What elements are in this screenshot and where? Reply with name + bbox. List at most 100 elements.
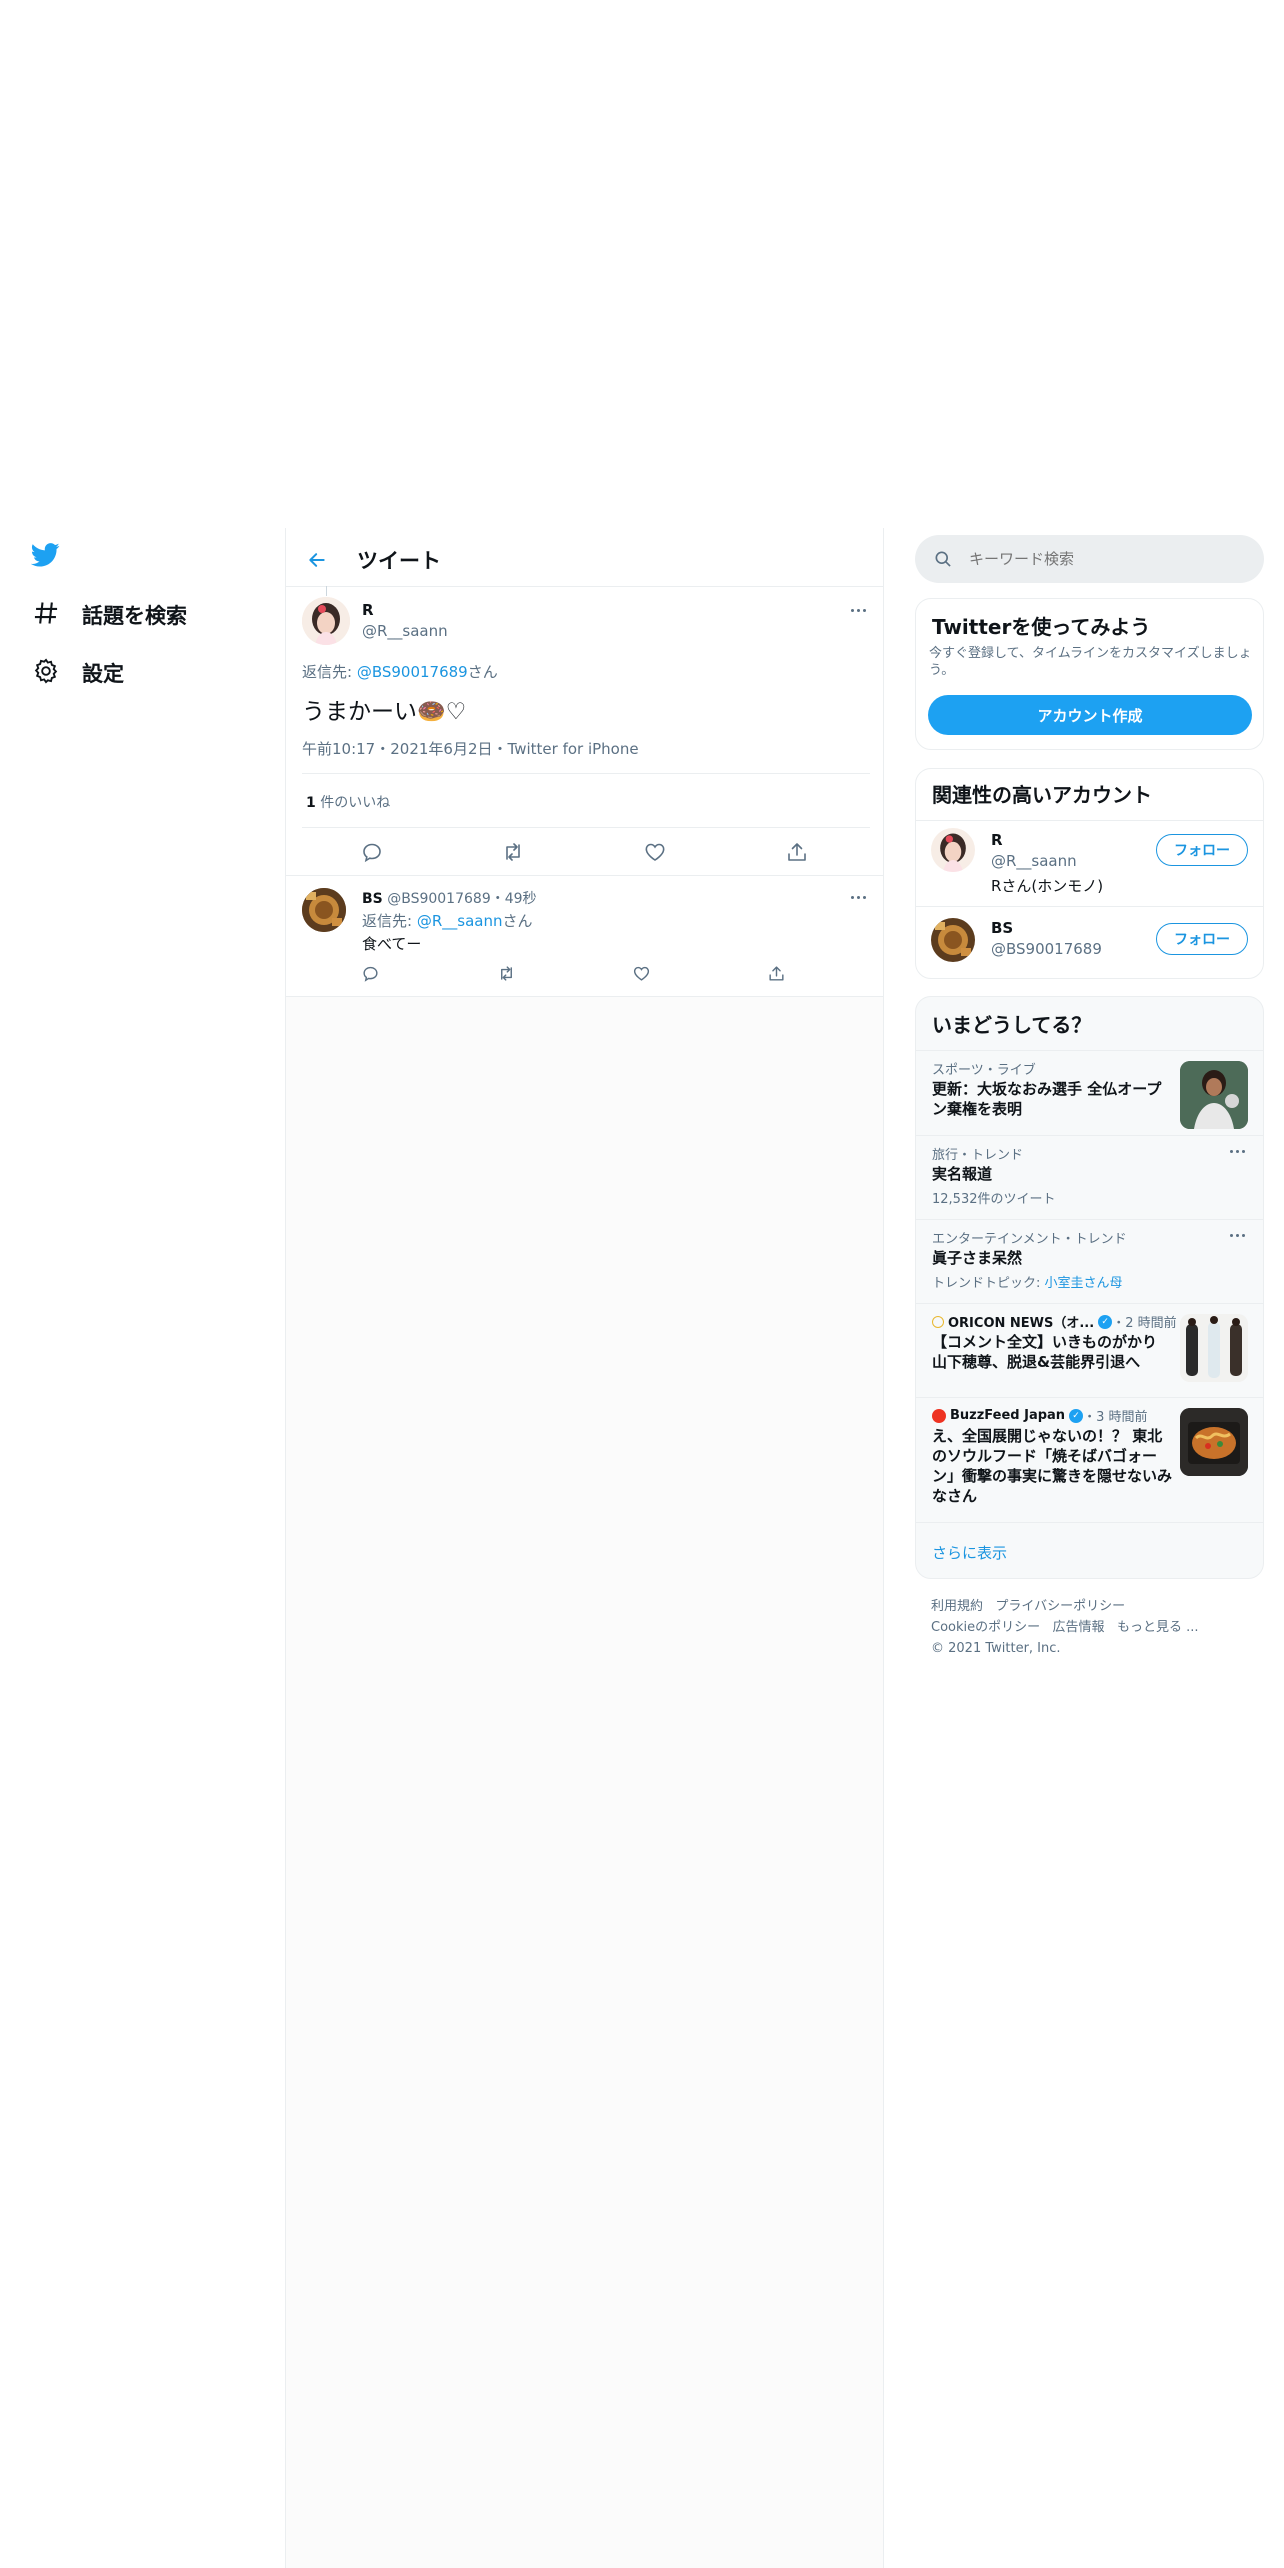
avatar[interactable]	[931, 828, 975, 872]
divider	[302, 827, 870, 828]
reply-icon[interactable]	[361, 964, 380, 987]
trend-topic-prefix: トレンドトピック:	[932, 1276, 1045, 1291]
trend-title: 実名報道	[932, 1165, 993, 1183]
search-box[interactable]	[915, 535, 1264, 583]
reply-to-suffix: さん	[502, 912, 533, 930]
divider	[916, 1522, 1263, 1523]
news-time: ・3 時間前	[1083, 1410, 1148, 1425]
like-icon[interactable]	[632, 964, 651, 987]
trend-topic-link[interactable]: 小室圭さん母	[1045, 1276, 1123, 1291]
reply-to-prefix: 返信先:	[362, 912, 417, 930]
reply-to-line: 返信先: @R__saannさん	[362, 910, 532, 931]
signup-title: Twitterを使ってみよう	[932, 615, 1151, 639]
account-bio: Rさん(ホンモノ)	[991, 877, 1104, 895]
news-source: ORICON NEWS（オ...	[948, 1316, 1095, 1331]
nav-settings[interactable]: 設定	[32, 657, 124, 689]
verified-badge-icon: ✓	[1069, 1408, 1084, 1423]
search-input[interactable]	[969, 543, 1249, 575]
avatar[interactable]	[931, 918, 975, 962]
more-options-icon[interactable]	[851, 896, 866, 899]
trend-item[interactable]: スポーツ・ライブ 更新：大坂なおみ選手 全仏オープン棄権を表明	[916, 1051, 1263, 1135]
tweet-time[interactable]: 午前10:17	[302, 740, 375, 758]
hashtag-icon	[32, 599, 60, 631]
likes-count: 1	[306, 795, 316, 811]
gear-icon	[32, 657, 60, 689]
search-icon	[933, 549, 953, 573]
news-item[interactable]: ORICON NEWS（オ... ✓ ・2 時間前 【コメント全文】いきものがか…	[916, 1304, 1263, 1397]
signup-description: 今すぐ登録して、タイムラインをカスタマイズしましょう。	[929, 646, 1252, 678]
likes-label: 件のいいね	[320, 795, 391, 811]
main-empty-area	[285, 997, 884, 2568]
footer-cookies-link[interactable]: Cookieのポリシー	[931, 1620, 1040, 1635]
reply-to-line: 返信先: @BS90017689さん	[302, 661, 498, 682]
nav-settings-label: 設定	[82, 662, 124, 686]
verified-badge-icon: ✓	[1098, 1314, 1113, 1329]
more-options-icon[interactable]	[851, 609, 866, 612]
reply-to-prefix: 返信先:	[302, 663, 357, 681]
footer-privacy-link[interactable]: プライバシーポリシー	[995, 1599, 1125, 1614]
tweet-text: うまかーい🍩♡	[302, 699, 467, 725]
footer-ads-link[interactable]: 広告情報	[1053, 1620, 1105, 1635]
reply-header: BS @BS90017689・49秒	[362, 888, 537, 908]
reply-to-link[interactable]: @R__saann	[417, 912, 503, 930]
follow-button[interactable]: フォロー	[1156, 834, 1248, 866]
news-title: 【コメント全文】いきものがかり 山下穂尊、脱退&芸能界引退へ	[932, 1333, 1158, 1371]
nav-explore[interactable]: 話題を検索	[32, 599, 187, 631]
follow-button[interactable]: フォロー	[1156, 923, 1248, 955]
separator: ・	[375, 740, 391, 758]
retweet-icon[interactable]	[497, 964, 516, 987]
divider	[286, 996, 883, 997]
news-time: ・2 時間前	[1112, 1316, 1177, 1331]
news-item[interactable]: BuzzFeed Japan ✓ ・3 時間前 え、全国展開じゃないの！？ 東北…	[916, 1398, 1263, 1522]
related-accounts-card: 関連性の高いアカウント R @R__saann Rさん(ホンモノ) フォロー B…	[915, 768, 1264, 979]
reply-icon[interactable]	[360, 840, 384, 868]
trend-thumbnail	[1180, 1061, 1248, 1129]
divider	[302, 773, 870, 774]
trend-tweet-count: 12,532件のツイート	[932, 1192, 1056, 1207]
trend-item[interactable]: エンターテインメント・トレンド 眞子さま呆然 トレンドトピック: 小室圭さん母	[916, 1220, 1263, 1303]
trends-title: いまどうしてる？	[932, 1013, 1092, 1037]
tweet-author-name[interactable]: R	[362, 601, 374, 619]
account-handle[interactable]: @R__saann	[991, 852, 1077, 870]
back-arrow-icon[interactable]	[300, 543, 334, 577]
twitter-logo-icon[interactable]	[31, 543, 60, 567]
trends-card: いまどうしてる？ スポーツ・ライブ 更新：大坂なおみ選手 全仏オープン棄権を表明…	[915, 996, 1264, 1579]
show-more-link[interactable]: さらに表示	[932, 1542, 1007, 1563]
divider	[286, 875, 883, 876]
likes-count-link[interactable]: 1 件のいいね	[306, 792, 390, 812]
tweet-timestamp: 午前10:17・2021年6月2日・Twitter for iPhone	[302, 738, 639, 759]
tweet-author-handle[interactable]: @R__saann	[362, 622, 448, 640]
reply-to-link[interactable]: @BS90017689	[357, 663, 468, 681]
signup-card: Twitterを使ってみよう 今すぐ登録して、タイムラインをカスタマイズしましょ…	[915, 598, 1264, 750]
nav-explore-label: 話題を検索	[82, 604, 187, 628]
divider	[916, 820, 1263, 821]
share-icon[interactable]	[785, 840, 809, 868]
retweet-icon[interactable]	[501, 840, 525, 868]
reply-author-name[interactable]: BS	[362, 891, 383, 907]
like-icon[interactable]	[643, 840, 667, 868]
avatar[interactable]	[302, 888, 346, 932]
avatar[interactable]	[302, 597, 350, 645]
footer: 利用規約 プライバシーポリシー Cookieのポリシー 広告情報 もっと見る .…	[931, 1596, 1251, 1659]
create-account-button[interactable]: アカウント作成	[928, 695, 1252, 735]
tweet-source[interactable]: Twitter for iPhone	[508, 740, 639, 758]
page-title: ツイート	[357, 549, 441, 573]
trend-title: 眞子さま呆然	[932, 1249, 1023, 1267]
buzzfeed-logo-icon	[932, 1408, 946, 1423]
reply-handle-time[interactable]: @BS90017689・49秒	[387, 891, 536, 907]
more-options-icon[interactable]	[1230, 1234, 1245, 1237]
footer-more-link[interactable]: もっと見る ...	[1117, 1620, 1199, 1635]
trend-category: スポーツ・ライブ	[932, 1063, 1036, 1078]
news-source-line: ORICON NEWS（オ... ✓ ・2 時間前	[932, 1312, 1177, 1331]
account-name[interactable]: R	[991, 831, 1003, 849]
tweet-date[interactable]: 2021年6月2日	[390, 740, 492, 758]
footer-terms-link[interactable]: 利用規約	[931, 1599, 983, 1614]
account-name[interactable]: BS	[991, 919, 1013, 937]
trend-item[interactable]: 旅行・トレンド 実名報道 12,532件のツイート	[916, 1136, 1263, 1219]
trend-title: 更新：大坂なおみ選手 全仏オープン棄権を表明	[932, 1080, 1162, 1118]
share-icon[interactable]	[767, 964, 786, 987]
oricon-logo-icon	[932, 1315, 944, 1328]
more-options-icon[interactable]	[1230, 1150, 1245, 1153]
account-handle[interactable]: @BS90017689	[991, 940, 1102, 958]
trend-topic-line: トレンドトピック: 小室圭さん母	[932, 1272, 1123, 1291]
